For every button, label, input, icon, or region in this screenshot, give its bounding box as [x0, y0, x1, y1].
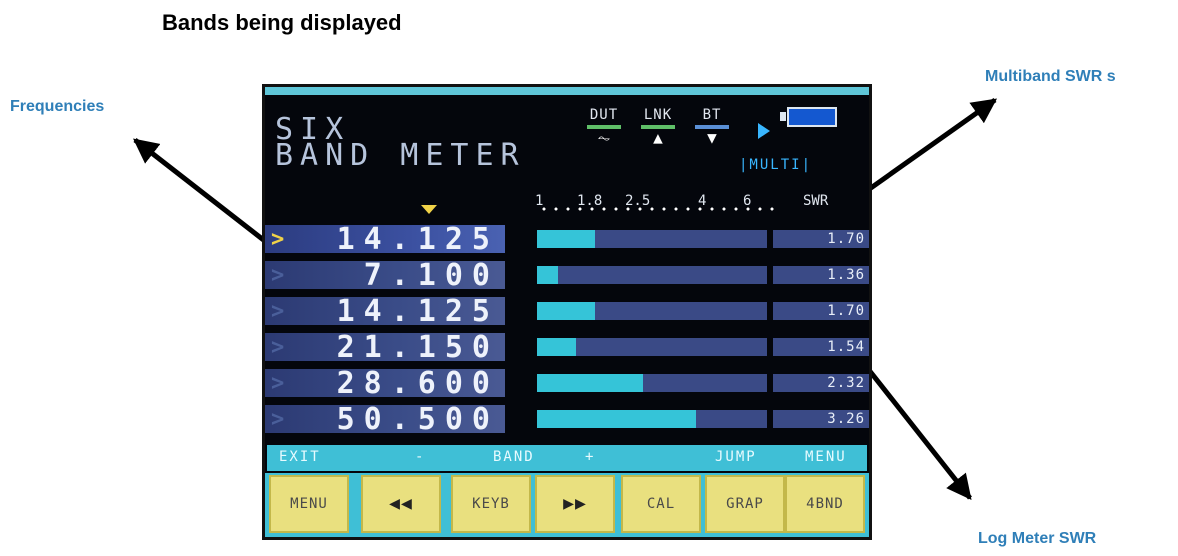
band-chevron-icon: >	[271, 371, 285, 396]
indicator-lnk: LNK ▲	[637, 107, 679, 147]
battery-icon	[787, 107, 837, 127]
battery-tip	[780, 112, 786, 121]
swr-value: 1.36	[827, 267, 865, 283]
swr-value-box: 2.32	[773, 374, 869, 392]
swr-log-meter-fill	[537, 338, 576, 356]
band-chevron-icon: >	[271, 335, 285, 360]
arrow-to-logmeter	[863, 363, 972, 500]
mode-label: |MULTI|	[739, 157, 813, 173]
swr-value-box: 1.70	[773, 302, 869, 320]
keyb-button[interactable]: KEYB	[451, 475, 531, 533]
swr-log-meter	[537, 302, 767, 320]
legend-jump: JUMP	[715, 449, 757, 465]
swr-value-box: 3.26	[773, 410, 869, 428]
menu-button[interactable]: MENU	[269, 475, 349, 533]
softkey-legend-bar: EXIT - BAND + JUMP MENU	[267, 445, 867, 471]
scale-dots	[538, 205, 774, 213]
band-frequency: 50.500	[336, 402, 499, 437]
swr-value: 1.70	[827, 231, 865, 247]
band-frequency-box[interactable]: >28.600	[265, 366, 505, 401]
band-frequency: 21.150	[336, 330, 499, 365]
indicator-dut: DUT ⏦	[583, 107, 625, 147]
band-frequency-box[interactable]: >50.500	[265, 402, 505, 437]
band-row[interactable]: >28.600 2.32	[265, 366, 869, 401]
swr-log-meter	[537, 230, 767, 248]
up-triangle-icon: ▲	[653, 128, 663, 147]
band-frequency-box[interactable]: >14.125	[265, 222, 505, 257]
swr-value: 2.32	[827, 375, 865, 391]
grap-button[interactable]: GRAP	[705, 475, 785, 533]
scale-unit-swr: SWR	[803, 193, 829, 209]
selected-band-marker-icon	[421, 205, 437, 214]
band-frequency-box[interactable]: >21.150	[265, 330, 505, 365]
indicator-bt-label: BT	[702, 107, 722, 123]
prev-band-button[interactable]: ◀◀	[361, 475, 441, 533]
swr-log-meter	[537, 338, 767, 356]
band-frequency: 28.600	[336, 366, 499, 401]
band-row[interactable]: >50.500 3.26	[265, 402, 869, 437]
band-frequency: 7.100	[363, 258, 499, 293]
legend-menu: MENU	[805, 449, 847, 465]
band-chevron-icon: >	[271, 299, 285, 324]
band-frequency: 14.125	[336, 294, 499, 329]
legend-plus: +	[585, 449, 596, 465]
swr-value: 1.54	[827, 339, 865, 355]
next-band-button[interactable]: ▶▶	[535, 475, 615, 533]
band-frequency-box[interactable]: >14.125	[265, 294, 505, 329]
swr-log-meter	[537, 266, 767, 284]
band-chevron-icon: >	[271, 263, 285, 288]
indicator-dut-label: DUT	[589, 107, 619, 123]
indicator-lnk-label: LNK	[643, 107, 673, 123]
swr-log-meter-fill	[537, 230, 595, 248]
swr-value-box: 1.36	[773, 266, 869, 284]
indicator-bt: BT ▼	[691, 107, 733, 147]
band-frequency: 14.125	[336, 222, 499, 257]
band-row[interactable]: >14.125 1.70	[265, 222, 869, 257]
arrow-to-multiband	[866, 97, 998, 193]
band-frequency-box[interactable]: >7.100	[265, 258, 505, 293]
cal-button[interactable]: CAL	[621, 475, 701, 533]
swr-log-meter	[537, 410, 767, 428]
swr-value: 1.70	[827, 303, 865, 319]
swr-value: 3.26	[827, 411, 865, 427]
swr-log-meter-fill	[537, 410, 696, 428]
band-row[interactable]: >21.150 1.54	[265, 330, 869, 365]
4bnd-button[interactable]: 4BND	[785, 475, 865, 533]
device-screen: SIX BAND METER DUT ⏦ LNK ▲ BT ▼ |MULTI| …	[262, 84, 872, 540]
swr-value-box: 1.70	[773, 230, 869, 248]
swr-value-box: 1.54	[773, 338, 869, 356]
title-line-2: BAND METER	[275, 138, 526, 173]
swr-log-meter-fill	[537, 374, 643, 392]
legend-minus: -	[415, 449, 426, 465]
down-triangle-icon: ▼	[707, 128, 717, 147]
softkey-row: MENU ◀◀ KEYB ▶▶ CAL GRAP 4BND	[265, 473, 869, 537]
screen-top-bar	[265, 87, 869, 95]
legend-band: BAND	[493, 449, 535, 465]
band-row[interactable]: >7.100 1.36	[265, 258, 869, 293]
sine-wave-icon: ⏦	[597, 128, 611, 147]
swr-log-meter-fill	[537, 302, 595, 320]
arrow-to-frequencies	[133, 138, 272, 247]
swr-log-meter	[537, 374, 767, 392]
band-row[interactable]: >14.125 1.70	[265, 294, 869, 329]
swr-log-meter-fill	[537, 266, 558, 284]
play-marker-icon	[758, 123, 770, 139]
band-chevron-icon: >	[271, 227, 285, 252]
band-chevron-icon: >	[271, 407, 285, 432]
device-title: SIX BAND METER	[275, 115, 526, 173]
legend-exit: EXIT	[279, 449, 321, 465]
